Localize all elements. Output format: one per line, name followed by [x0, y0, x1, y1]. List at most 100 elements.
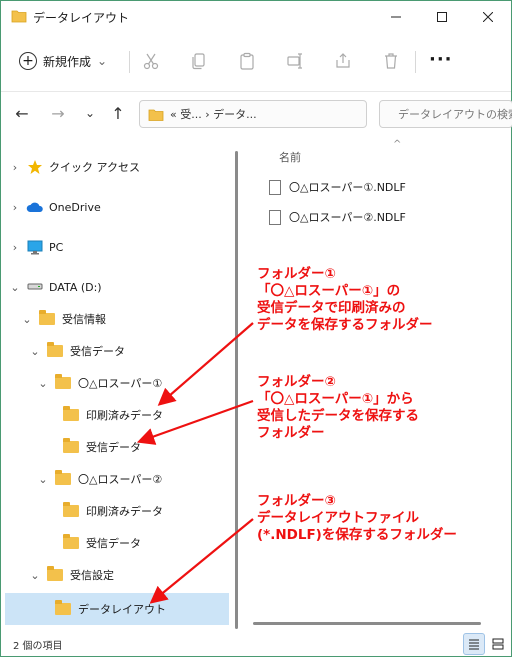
paste-button[interactable]: [237, 51, 257, 71]
drive-icon: [27, 283, 43, 290]
annotation-line: フォルダー②: [257, 374, 336, 390]
folder-icon: [47, 342, 63, 357]
sidebar-item-pc[interactable]: › PC: [7, 231, 63, 263]
sidebar-item-folder[interactable]: ⌄ 受信データ: [27, 335, 125, 367]
minimize-button[interactable]: [373, 1, 419, 33]
scrollbar-thumb[interactable]: [253, 622, 481, 625]
cut-button[interactable]: [141, 51, 161, 71]
sidebar-item-label: 〇△ロスーパー②: [78, 473, 163, 486]
annotation-line: データレイアウトファイル: [257, 510, 419, 526]
sidebar-item-selected-folder[interactable]: データレイアウト: [5, 593, 229, 625]
monitor-icon: [27, 240, 43, 254]
status-bar: 2 個の項目: [1, 631, 511, 657]
sidebar-item-label: OneDrive: [49, 200, 101, 214]
new-button[interactable]: + 新規作成 ⌄: [11, 47, 115, 75]
item-count: 2 個の項目: [13, 641, 63, 652]
share-icon: [336, 53, 350, 68]
file-row[interactable]: 〇△ロスーパー①.NDLF: [269, 175, 406, 199]
chevron-down-icon[interactable]: ⌄: [27, 345, 43, 358]
folder-icon: [148, 109, 164, 121]
command-bar: + 新規作成 ⌄ ···: [1, 39, 511, 83]
annotation-line: フォルダー: [257, 425, 325, 441]
sidebar-item-folder[interactable]: ⌄ 受信情報: [19, 303, 106, 335]
folder-icon: [55, 374, 71, 389]
annotation-folder-1: フォルダー① 「〇△ロスーパー①」の 受信データで印刷済みの データを保存するフ…: [257, 266, 433, 334]
file-row[interactable]: 〇△ロスーパー②.NDLF: [269, 205, 406, 229]
annotation-line: 受信データで印刷済みの: [257, 300, 406, 316]
sidebar-item-label: 受信情報: [62, 313, 106, 326]
share-button[interactable]: [333, 51, 353, 71]
sidebar-item-folder[interactable]: ⌄ 〇△ロスーパー①: [35, 367, 162, 399]
search-placeholder: データレイアウトの検索: [398, 108, 512, 121]
rename-button[interactable]: [285, 51, 305, 71]
sidebar-item-quick-access[interactable]: › クイック アクセス: [7, 151, 140, 183]
chevron-right-icon[interactable]: ›: [7, 201, 23, 214]
delete-button[interactable]: [381, 51, 401, 71]
explorer-window: データレイアウト + 新規作成 ⌄ ··· ← → ⌄ ↑ « 受... › デ…: [0, 0, 512, 657]
clipboard-icon: [240, 52, 254, 70]
recent-locations-button[interactable]: ⌄: [79, 102, 101, 124]
annotation-folder-3: フォルダー③ データレイアウトファイル (*.NDLF)を保存するフォルダー: [257, 493, 457, 544]
sidebar-item-label: PC: [49, 240, 64, 254]
tiles-view-button[interactable]: [487, 633, 509, 655]
close-button[interactable]: [465, 1, 511, 33]
star-icon: [28, 160, 42, 174]
address-path: « 受... › データ...: [170, 108, 257, 121]
folder-icon: [63, 406, 79, 421]
folder-icon: [47, 566, 63, 581]
scissors-icon: [143, 53, 159, 70]
chevron-down-icon[interactable]: ⌄: [35, 473, 51, 486]
sidebar-item-label: DATA (D:): [49, 280, 102, 294]
chevron-right-icon[interactable]: ›: [7, 241, 23, 254]
sidebar-item-label: 受信データ: [86, 441, 141, 454]
window-title: データレイアウト: [33, 11, 130, 25]
sidebar-item-folder[interactable]: 印刷済みデータ: [43, 495, 163, 527]
sidebar-item-label: 印刷済みデータ: [86, 505, 163, 518]
sidebar-item-folder[interactable]: 受信データ: [43, 431, 141, 463]
folder-icon: [11, 10, 27, 23]
search-box[interactable]: データレイアウトの検索: [379, 100, 512, 128]
file-name: 〇△ロスーパー①.NDLF: [289, 181, 406, 194]
column-header-name[interactable]: 名前: [279, 149, 301, 165]
trash-icon: [385, 53, 397, 69]
sidebar-item-folder[interactable]: 受信データ: [43, 527, 141, 559]
chevron-right-icon[interactable]: ›: [7, 161, 23, 174]
more-options-button[interactable]: ···: [429, 49, 453, 70]
sidebar-item-label: 受信設定: [70, 569, 114, 582]
chevron-down-icon[interactable]: ⌄: [19, 313, 35, 326]
annotation-line: (*.NDLF)を保存するフォルダー: [257, 527, 457, 543]
sidebar-scrollbar[interactable]: [235, 151, 238, 629]
sidebar-item-folder[interactable]: 印刷済みデータ: [43, 399, 163, 431]
chevron-down-icon[interactable]: ⌄: [27, 569, 43, 582]
sidebar-item-label: クイック アクセス: [49, 161, 140, 174]
forward-button[interactable]: →: [47, 102, 69, 124]
folder-icon: [63, 438, 79, 453]
chevron-down-icon[interactable]: ⌄: [35, 377, 51, 390]
maximize-button[interactable]: [419, 1, 465, 33]
toolbar-divider: [129, 51, 130, 73]
file-name: 〇△ロスーパー②.NDLF: [289, 211, 406, 224]
folder-icon: [39, 310, 55, 325]
details-view-button[interactable]: [463, 633, 485, 655]
chevron-down-icon[interactable]: ⌄: [7, 281, 23, 294]
sidebar-item-label: 〇△ロスーパー①: [78, 377, 163, 390]
sidebar-item-data-drive[interactable]: ⌄ DATA (D:): [7, 271, 102, 303]
new-button-label: 新規作成: [43, 54, 92, 69]
toolbar-divider: [415, 51, 416, 73]
annotation-line: 「〇△ロスーパー①」の: [257, 283, 401, 299]
up-button[interactable]: ↑: [107, 102, 129, 124]
list-view-icon: [469, 639, 479, 650]
copy-button[interactable]: [189, 51, 209, 71]
horizontal-scrollbar[interactable]: [253, 621, 493, 627]
back-button[interactable]: ←: [11, 102, 33, 124]
chevron-down-icon: ⌄: [97, 54, 108, 68]
sort-caret-icon: ^: [393, 139, 402, 150]
address-bar[interactable]: « 受... › データ...: [139, 100, 367, 128]
title-bar: データレイアウト: [1, 1, 511, 33]
sidebar-item-folder[interactable]: ⌄ 〇△ロスーパー②: [35, 463, 162, 495]
file-icon: [269, 179, 281, 195]
sidebar-item-onedrive[interactable]: › OneDrive: [7, 191, 101, 223]
annotation-line: フォルダー③: [257, 493, 336, 509]
annotation-folder-2: フォルダー② 「〇△ロスーパー①」から 受信したデータを保存する フォルダー: [257, 374, 419, 442]
sidebar-item-folder[interactable]: ⌄ 受信設定: [27, 559, 114, 591]
